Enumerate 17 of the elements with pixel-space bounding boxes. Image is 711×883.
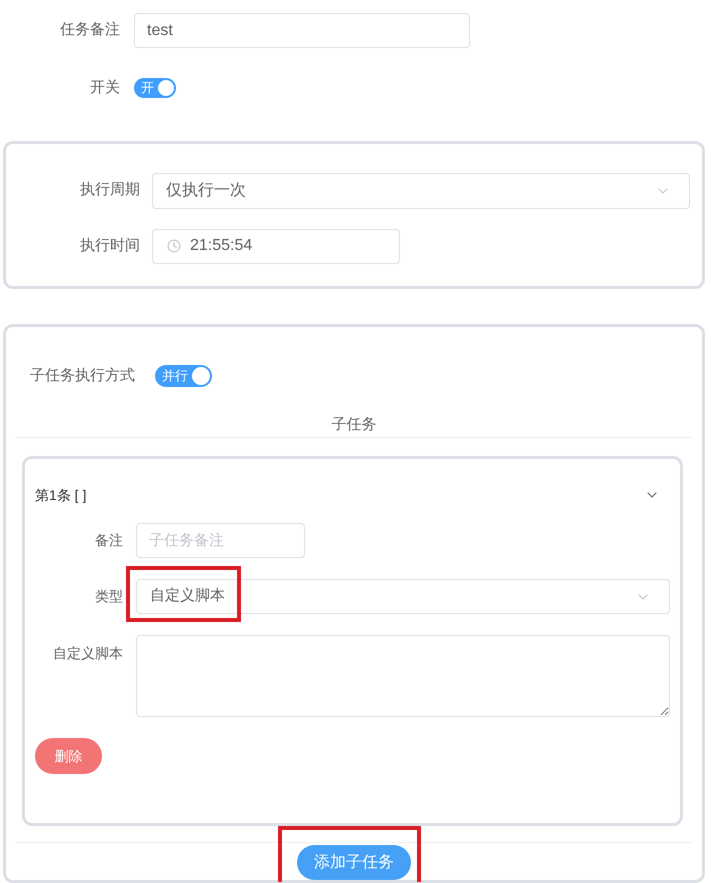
field-label: 自定义脚本 [52, 644, 123, 663]
select-field[interactable]: 自定义脚本 [136, 579, 670, 614]
clock-icon [167, 239, 181, 253]
field-label: 开关 [89, 78, 120, 98]
text-input[interactable]: test [134, 13, 470, 48]
field-label: 子任务执行方式 [30, 366, 135, 386]
text-input[interactable]: 子任务备注 [136, 523, 305, 558]
section-title: 子任务 [332, 415, 376, 435]
textarea-field[interactable] [136, 635, 670, 717]
subtask-title: 第1条 [ ] [35, 486, 86, 505]
field-label: 类型 [94, 587, 123, 606]
time-input[interactable]: 21:55:54 [152, 228, 400, 264]
field-label: 任务备注 [59, 20, 120, 40]
field-label: 备注 [94, 531, 123, 550]
field-label: 执行周期 [79, 180, 140, 200]
select-field[interactable]: 仅执行一次 [152, 172, 690, 208]
field-label: 执行时间 [79, 236, 140, 256]
